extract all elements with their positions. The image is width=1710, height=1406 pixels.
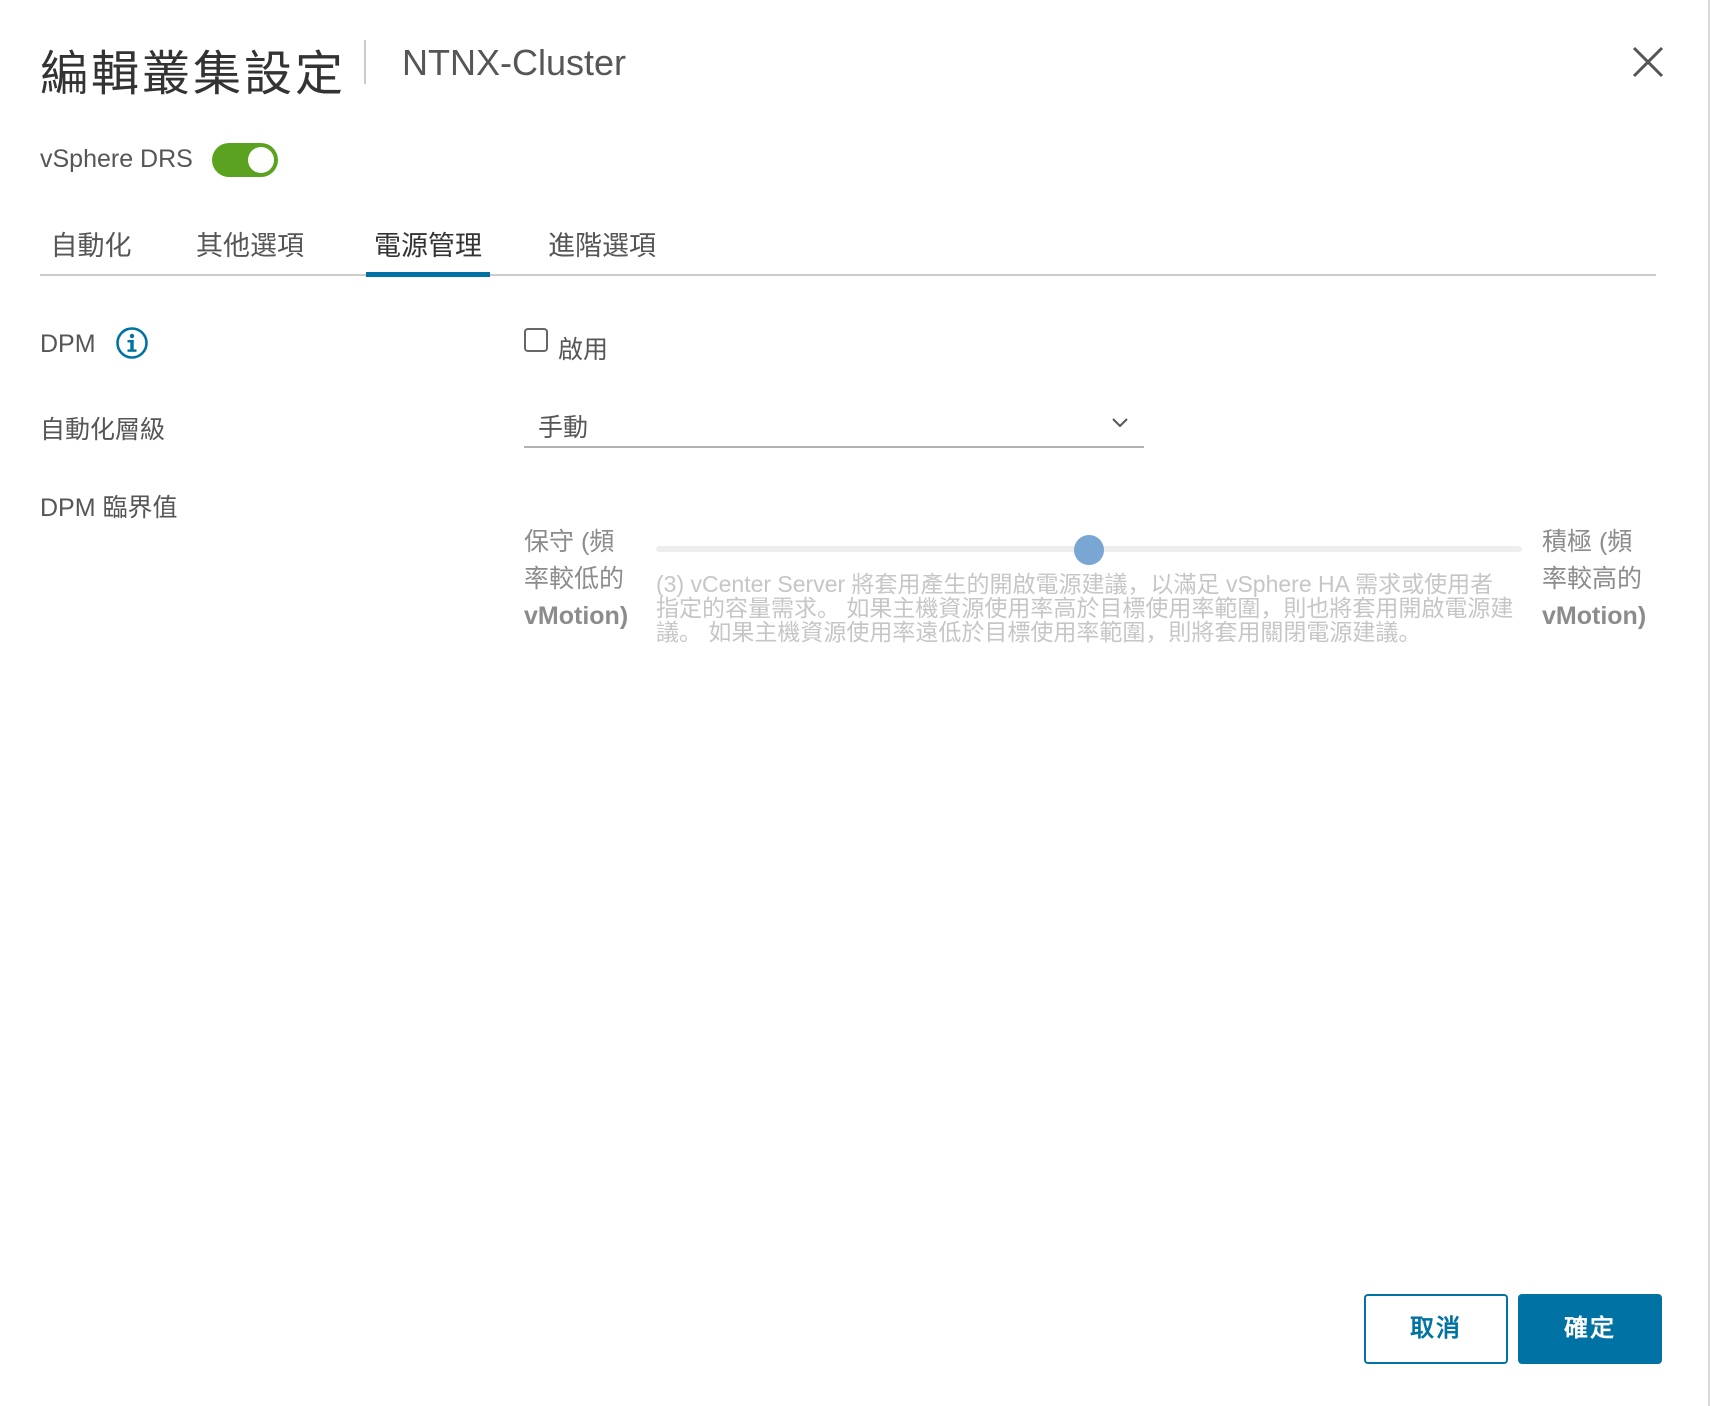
tab-automation[interactable]: 自動化 [46, 224, 136, 274]
automation-level-label: 自動化層級 [40, 416, 166, 444]
dpm-threshold-slider-thumb[interactable] [1074, 535, 1104, 565]
dpm-info-button[interactable] [115, 326, 149, 360]
drs-toggle[interactable] [212, 143, 278, 177]
edit-cluster-settings-dialog: 編輯叢集設定 NTNX-Cluster vSphere DRS 自動化 其他選項… [0, 0, 1710, 1406]
automation-level-select[interactable]: 手動 [524, 400, 1144, 448]
dpm-enable-label: 啟用 [558, 336, 609, 364]
dpm-threshold-description: (3) vCenter Server 將套用產生的開啟電源建議，以滿足 vSph… [656, 571, 1514, 645]
slider-min-line-2: 率較低的 [524, 565, 625, 593]
slider-min-line-3: vMotion) [524, 602, 629, 630]
dpm-threshold-label: DPM 臨界值 [40, 494, 178, 522]
tab-advanced-options[interactable]: 進階選項 [540, 224, 664, 274]
slider-max-line-2: 率較高的 [1542, 565, 1643, 593]
cancel-button[interactable]: 取消 [1364, 1294, 1508, 1364]
info-icon [116, 327, 148, 359]
chevron-down-icon [1112, 418, 1128, 428]
close-icon [1632, 46, 1664, 78]
drs-label: vSphere DRS [40, 145, 193, 173]
tab-power-management[interactable]: 電源管理 [366, 224, 490, 277]
dialog-title: 編輯叢集設定 [40, 48, 347, 101]
slider-max-line-1: 積極 (頻 [1542, 528, 1633, 556]
automation-level-value: 手動 [538, 414, 589, 442]
slider-max-label: 積極 (頻 率較高的 vMotion) [1542, 524, 1646, 635]
slider-max-line-3: vMotion) [1542, 602, 1647, 630]
toggle-knob [248, 147, 274, 173]
tab-other-options[interactable]: 其他選項 [188, 224, 312, 274]
slider-min-line-1: 保守 (頻 [524, 528, 615, 556]
tab-bar: 自動化 其他選項 電源管理 進階選項 [40, 222, 1656, 277]
slider-min-label: 保守 (頻 率較低的 vMotion) [524, 524, 628, 635]
dpm-enable-checkbox[interactable] [524, 328, 548, 352]
ok-button[interactable]: 確定 [1518, 1294, 1662, 1364]
title-separator [364, 40, 366, 84]
dpm-label: DPM [40, 330, 96, 358]
close-button[interactable] [1628, 42, 1668, 82]
cluster-name: NTNX-Cluster [402, 42, 627, 83]
